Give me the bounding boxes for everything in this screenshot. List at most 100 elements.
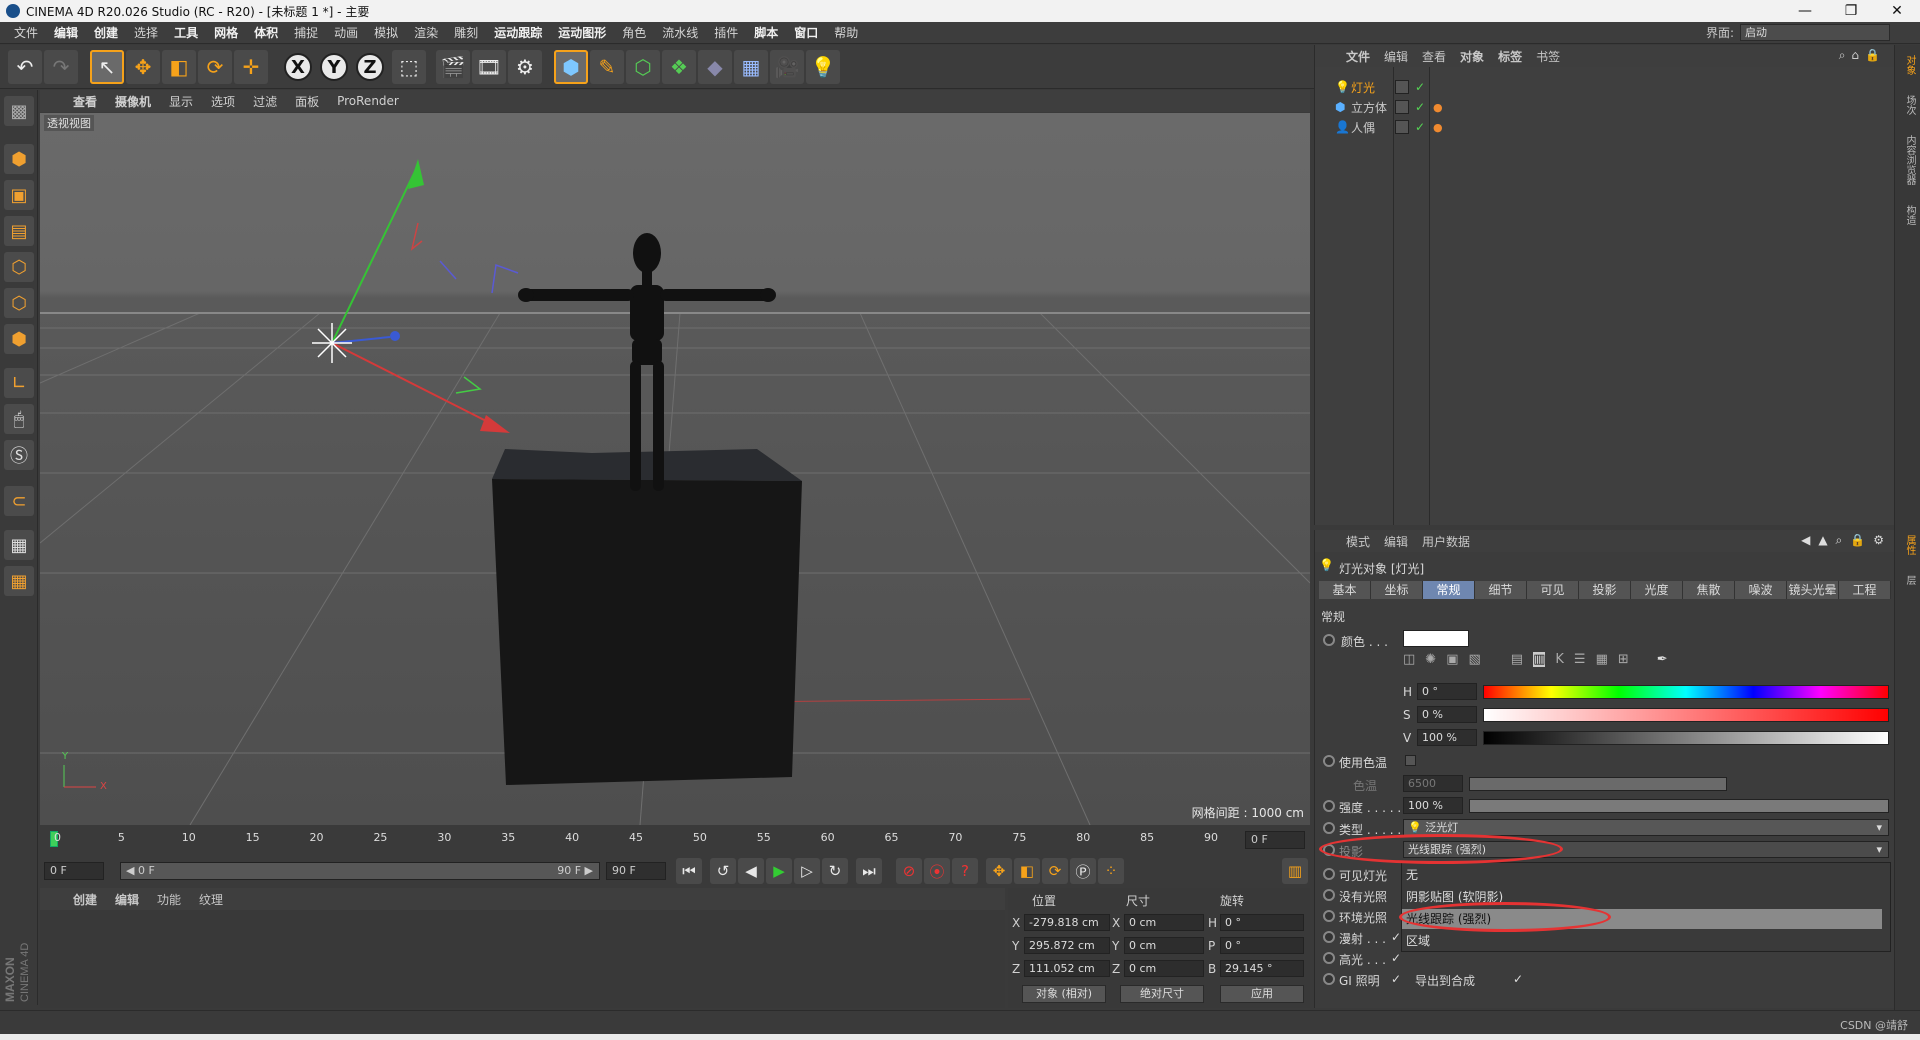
model-mode-icon[interactable]: ⬢: [4, 144, 34, 174]
points-mode-icon[interactable]: ⬡: [4, 252, 34, 282]
object-name-cube[interactable]: 立方体: [1351, 99, 1387, 116]
object-menu-bookmarks[interactable]: 书签: [1529, 48, 1567, 65]
mixer-icon[interactable]: ☰: [1574, 652, 1586, 667]
no-illumination-radio[interactable]: [1323, 889, 1335, 901]
tab-caustics[interactable]: 焦散: [1683, 581, 1735, 599]
workplane-icon[interactable]: ▤: [4, 216, 34, 246]
menu-render[interactable]: 渲染: [406, 24, 446, 41]
size-z-field[interactable]: 0 cm: [1124, 960, 1204, 977]
object-name-figure[interactable]: 人偶: [1351, 119, 1375, 136]
maximize-button[interactable]: ❐: [1828, 0, 1874, 22]
attribute-menu-mode[interactable]: 模式: [1339, 533, 1377, 550]
menu-mograph[interactable]: 运动图形: [550, 24, 614, 41]
end-frame-field[interactable]: 0 F: [1245, 831, 1305, 849]
viewport-menu-filter[interactable]: 过滤: [244, 93, 286, 110]
enabled-check-icon[interactable]: ✓: [1415, 120, 1425, 134]
z-axis-lock-icon[interactable]: Z: [356, 53, 384, 81]
material-menu-edit[interactable]: 编辑: [106, 891, 148, 908]
intensity-field[interactable]: 100 %: [1403, 797, 1463, 814]
next-key-icon[interactable]: ↻: [822, 858, 848, 884]
solo-mode-icon[interactable]: Ⓢ: [4, 440, 34, 470]
menu-sculpt[interactable]: 雕刻: [446, 24, 486, 41]
timeline-ruler[interactable]: 0 5 10 15 20 25 30 35 40 45 50 55 60 65 70 75 80 85 90 0 F: [40, 828, 1310, 852]
picture-icon[interactable]: ▣: [1446, 652, 1458, 667]
layer-icon[interactable]: [1395, 120, 1409, 134]
search-icon[interactable]: ⌕: [1836, 533, 1843, 548]
menu-plugins[interactable]: 插件: [706, 24, 746, 41]
timeline-layout-icon[interactable]: ▥: [1282, 858, 1308, 884]
rgb-icon[interactable]: ▤: [1511, 652, 1523, 667]
vtab-objects[interactable]: 对象: [1899, 55, 1917, 75]
lock-icon[interactable]: 🔒: [1850, 533, 1865, 548]
attribute-menu-userdata[interactable]: 用户数据: [1415, 533, 1477, 550]
menu-motion-tracking[interactable]: 运动跟踪: [486, 24, 550, 41]
use-temp-radio[interactable]: [1323, 755, 1335, 767]
type-radio[interactable]: [1323, 822, 1335, 834]
dropdown-option-none[interactable]: 无: [1402, 865, 1882, 885]
live-select-icon[interactable]: ✛: [234, 50, 268, 84]
tab-project[interactable]: 工程: [1839, 581, 1891, 599]
search-icon[interactable]: ⌕: [1839, 48, 1846, 63]
menu-select[interactable]: 选择: [126, 24, 166, 41]
previous-frame-icon[interactable]: ◀: [738, 858, 764, 884]
layer-icon[interactable]: [1395, 100, 1409, 114]
menu-volume[interactable]: 体积: [246, 24, 286, 41]
viewport-menu-options[interactable]: 选项: [202, 93, 244, 110]
vtab-content-browser[interactable]: 内容浏览器: [1899, 135, 1917, 185]
viewport-menu-panel[interactable]: 面板: [286, 93, 328, 110]
render-settings-icon[interactable]: ⚙: [508, 50, 542, 84]
rotation-p-field[interactable]: 0 °: [1220, 937, 1304, 954]
home-icon[interactable]: ⌂: [1851, 48, 1859, 63]
attribute-menu-edit[interactable]: 编辑: [1377, 533, 1415, 550]
menu-character[interactable]: 角色: [614, 24, 654, 41]
color-wheel-icon[interactable]: ◫: [1403, 652, 1415, 667]
go-to-end-icon[interactable]: ⏭: [856, 858, 882, 884]
color-anim-radio[interactable]: [1323, 634, 1335, 646]
phong-tag-icon[interactable]: ●: [1433, 121, 1443, 134]
kelvin-icon[interactable]: K: [1555, 652, 1564, 667]
key-rotation-icon[interactable]: ⟳: [1042, 858, 1068, 884]
frame-ruler[interactable]: 0 5 10 15 20 25 30 35 40 45 50 55 60 65 70 75 80 85 90: [50, 828, 1240, 852]
key-scale-icon[interactable]: ◧: [1014, 858, 1040, 884]
rotation-b-field[interactable]: 29.145 °: [1220, 960, 1304, 977]
tab-visibility[interactable]: 可见: [1527, 581, 1579, 599]
menu-file[interactable]: 文件: [6, 24, 46, 41]
object-menu-objects[interactable]: 对象: [1453, 48, 1491, 65]
cube-object[interactable]: [492, 449, 802, 785]
coord-mode-dropdown[interactable]: 对象 (相对): [1022, 985, 1106, 1003]
camera-icon[interactable]: 🎥: [770, 50, 804, 84]
undo-icon[interactable]: ↶: [8, 50, 42, 84]
apply-button[interactable]: 应用: [1220, 985, 1304, 1003]
up-arrow-icon[interactable]: ▲: [1818, 533, 1827, 548]
object-menu-view[interactable]: 查看: [1415, 48, 1453, 65]
floor-icon[interactable]: ▦: [734, 50, 768, 84]
menu-simulate[interactable]: 模拟: [366, 24, 406, 41]
back-arrow-icon[interactable]: ◀: [1801, 533, 1810, 548]
vtab-attributes[interactable]: 属性: [1899, 535, 1917, 555]
tab-basic[interactable]: 基本: [1319, 581, 1371, 599]
dropdown-option-area[interactable]: 区域: [1402, 931, 1882, 951]
tab-coord[interactable]: 坐标: [1371, 581, 1423, 599]
phong-tag-icon[interactable]: ●: [1433, 101, 1443, 114]
key-parameter-icon[interactable]: Ⓟ: [1070, 858, 1096, 884]
next-frame-icon[interactable]: ▷: [794, 858, 820, 884]
auto-key-icon[interactable]: ⦿: [924, 858, 950, 884]
color-swatch[interactable]: [1403, 630, 1469, 647]
v-field[interactable]: 100 %: [1417, 729, 1477, 746]
type-dropdown[interactable]: 💡 泛光灯 ▾: [1403, 819, 1889, 836]
size-y-field[interactable]: 0 cm: [1124, 937, 1204, 954]
s-field[interactable]: 0 %: [1417, 706, 1477, 723]
diffuse-check-icon[interactable]: ✓: [1391, 930, 1401, 944]
swatches-icon[interactable]: ⊞: [1618, 652, 1629, 667]
intensity-radio[interactable]: [1323, 800, 1335, 812]
make-editable-icon[interactable]: ▩: [4, 96, 34, 126]
settings-icon[interactable]: ⚙: [1873, 533, 1884, 548]
temp-slider[interactable]: [1469, 777, 1727, 791]
close-button[interactable]: ✕: [1874, 0, 1920, 22]
use-temp-checkbox[interactable]: [1405, 755, 1416, 766]
planar-workplane-icon[interactable]: ▦: [4, 566, 34, 596]
size-mode-dropdown[interactable]: 绝对尺寸: [1120, 985, 1204, 1003]
tab-noise[interactable]: 噪波: [1735, 581, 1787, 599]
position-y-field[interactable]: 295.872 cm: [1024, 937, 1110, 954]
minimize-button[interactable]: —: [1782, 0, 1828, 22]
